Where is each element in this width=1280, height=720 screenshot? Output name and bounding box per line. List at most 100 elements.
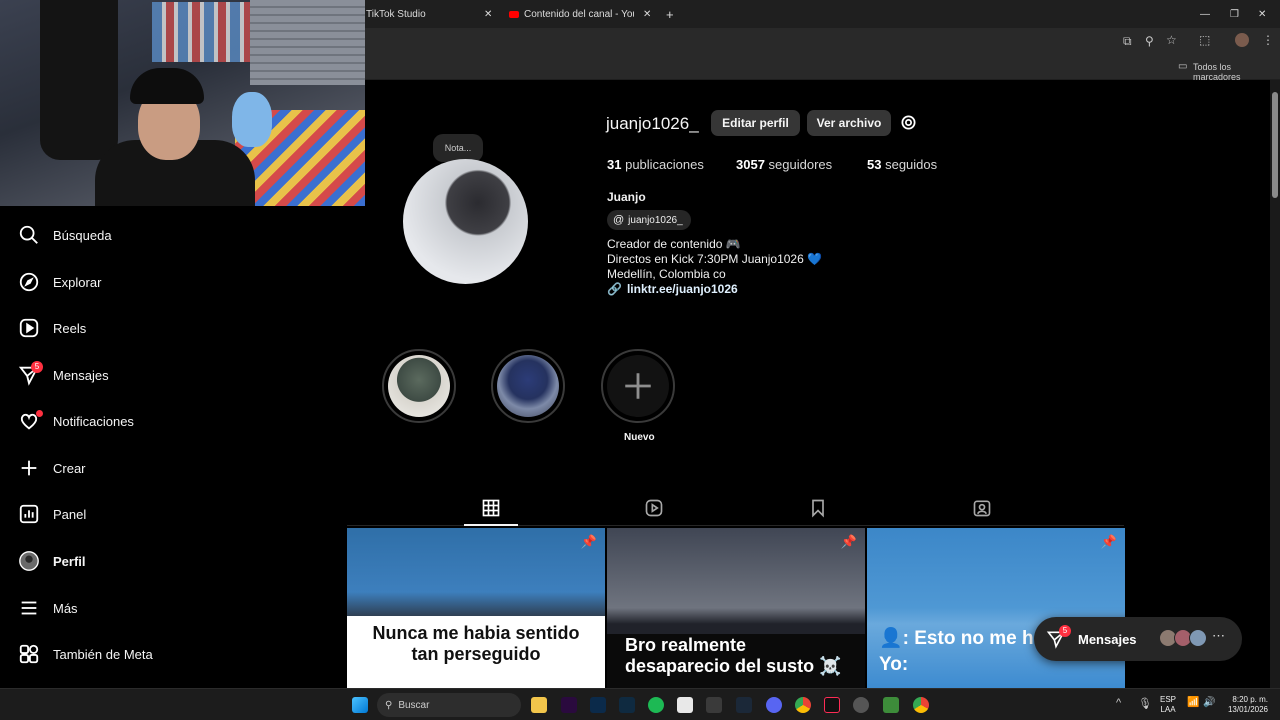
- tray-chevron-icon[interactable]: ^: [1116, 697, 1121, 709]
- window-blinds: [250, 0, 365, 85]
- profile-avatar-icon[interactable]: [1235, 33, 1249, 47]
- streamer-cap: [130, 68, 204, 104]
- file-explorer-icon[interactable]: [531, 697, 547, 713]
- threads-badge[interactable]: @ juanjo1026_: [607, 210, 691, 230]
- highlight-image: [497, 355, 559, 417]
- sidebar-item-explore[interactable]: Explorar: [18, 271, 101, 293]
- tab-close-icon[interactable]: ✕: [643, 4, 651, 24]
- cast-icon[interactable]: ⧉: [1123, 34, 1132, 49]
- sidebar-item-search[interactable]: Búsqueda: [18, 224, 112, 246]
- language-line: ESP: [1160, 695, 1177, 704]
- sidebar-item-more[interactable]: Más: [18, 597, 78, 619]
- saved-tab-icon[interactable]: [808, 498, 828, 518]
- punching-bag: [40, 0, 118, 160]
- profile-avatar[interactable]: [403, 159, 528, 284]
- zoom-icon[interactable]: ⚲: [1145, 34, 1154, 48]
- sidebar-item-profile[interactable]: Perfil: [18, 550, 86, 572]
- note-text: Nota...: [444, 143, 472, 153]
- extensions-icon[interactable]: ⬚: [1199, 33, 1210, 47]
- highlight-image: [388, 355, 450, 417]
- taskbar-search[interactable]: ⚲ Buscar: [377, 693, 521, 717]
- clock-date: 13/01/2026: [1227, 705, 1268, 714]
- minimize-icon[interactable]: —: [1200, 4, 1210, 24]
- bio-link[interactable]: 🔗 linktr.ee/juanjo1026: [607, 282, 738, 296]
- new-highlight-button[interactable]: [601, 349, 675, 423]
- all-bookmarks[interactable]: Todos los marcadores: [1193, 62, 1280, 82]
- volume-icon[interactable]: 🔊: [1203, 697, 1215, 708]
- tagged-tab-icon[interactable]: [972, 498, 992, 518]
- epic-games-icon[interactable]: [706, 697, 722, 713]
- taskbar-search-placeholder: Buscar: [398, 699, 430, 711]
- sidebar-item-reels[interactable]: Reels: [18, 317, 86, 339]
- chrome-icon[interactable]: [795, 697, 811, 713]
- tab-label: TikTok Studio: [366, 8, 426, 20]
- app-icon[interactable]: [677, 697, 693, 713]
- tab-tiktok-studio[interactable]: TikTok Studio: [366, 4, 426, 24]
- reels-icon: [19, 318, 39, 338]
- sidebar-item-label: Explorar: [53, 274, 102, 290]
- post-3[interactable]: 📌 👤: Esto no me h Yo:: [867, 528, 1125, 688]
- bio-link-text: linktr.ee/juanjo1026: [626, 282, 738, 296]
- photoshop-icon[interactable]: [590, 697, 606, 713]
- grid-tab-icon[interactable]: [481, 498, 501, 518]
- premiere-icon[interactable]: [561, 697, 577, 713]
- post-caption-line: tan perseguido: [411, 644, 541, 664]
- new-highlight-label: Nuevo: [624, 432, 655, 443]
- threads-icon: @: [613, 214, 625, 226]
- clock[interactable]: 8:20 p. m. 13/01/2026: [1222, 695, 1268, 715]
- tab-posts-active-line: [464, 524, 518, 526]
- sidebar-item-label: También de Meta: [53, 646, 153, 662]
- spotify-icon[interactable]: [648, 697, 664, 713]
- discord-icon[interactable]: [766, 697, 782, 713]
- followers-stat[interactable]: 3057 seguidores: [736, 157, 832, 172]
- following-count: 53: [867, 157, 882, 172]
- new-tab-icon[interactable]: +: [666, 4, 674, 24]
- post-2[interactable]: 📌 Bro realmente desaparecio del susto ☠️: [607, 528, 865, 688]
- webcam-overlay: [0, 0, 365, 206]
- start-icon[interactable]: [352, 697, 368, 713]
- profile-username: juanjo1026_: [606, 114, 699, 133]
- highlight-2[interactable]: [491, 349, 565, 423]
- highlight-1[interactable]: [382, 349, 456, 423]
- settings-gear-icon[interactable]: [898, 112, 919, 133]
- tab-close-icon[interactable]: ✕: [484, 4, 492, 24]
- tab-youtube[interactable]: Contenido del canal - YouTube: [509, 4, 634, 24]
- sidebar-item-dashboard[interactable]: Panel: [18, 503, 86, 525]
- wifi-icon[interactable]: 📶: [1187, 697, 1199, 708]
- lightroom-icon[interactable]: [619, 697, 635, 713]
- obs-icon[interactable]: [853, 697, 869, 713]
- window-close-icon[interactable]: ✕: [1258, 4, 1266, 24]
- kebab-menu-icon[interactable]: ⋮: [1262, 33, 1274, 47]
- chrome-active-icon[interactable]: [913, 697, 929, 713]
- posts-count: 31: [607, 157, 622, 172]
- steam-icon[interactable]: [736, 697, 752, 713]
- tiktok-icon[interactable]: [824, 697, 840, 713]
- sidebar-item-label: Reels: [53, 320, 87, 336]
- bio-line-1: Creador de contenido 🎮: [607, 237, 741, 251]
- edit-profile-button[interactable]: Editar perfil: [711, 110, 800, 136]
- messages-pill[interactable]: 5 Mensajes ⋯: [1034, 617, 1242, 661]
- post-caption-line: 👤: Esto no me h: [879, 628, 1034, 649]
- sidebar-item-create[interactable]: Crear: [18, 457, 86, 479]
- shelf-figures: [152, 2, 252, 62]
- scrollbar-thumb[interactable]: [1272, 92, 1278, 198]
- microphone-icon[interactable]: 🎙: [1138, 697, 1152, 710]
- star-icon[interactable]: ☆: [1166, 33, 1177, 47]
- view-archive-button[interactable]: Ver archivo: [807, 110, 891, 136]
- following-stat[interactable]: 53 seguidos: [867, 157, 937, 172]
- clock-time: 8:20 p. m.: [1232, 695, 1268, 704]
- reels-tab-icon[interactable]: [644, 498, 664, 518]
- following-label: seguidos: [885, 157, 938, 172]
- menu-icon: [21, 601, 37, 615]
- post-1[interactable]: 📌 Nunca me habia sentido tan perseguido: [347, 528, 605, 688]
- plus-icon: [21, 460, 37, 476]
- restore-icon[interactable]: ❐: [1230, 4, 1239, 24]
- sidebar-item-also-from-meta[interactable]: También de Meta: [18, 643, 153, 665]
- plush-penguin: [232, 92, 272, 147]
- language-indicator[interactable]: ESP LAA: [1160, 695, 1176, 715]
- followers-count: 3057: [736, 157, 765, 172]
- more-contacts-icon: ⋯: [1212, 628, 1225, 643]
- notification-dot: [36, 410, 43, 417]
- note-bubble[interactable]: Nota...: [433, 134, 483, 162]
- minecraft-icon[interactable]: [883, 697, 899, 713]
